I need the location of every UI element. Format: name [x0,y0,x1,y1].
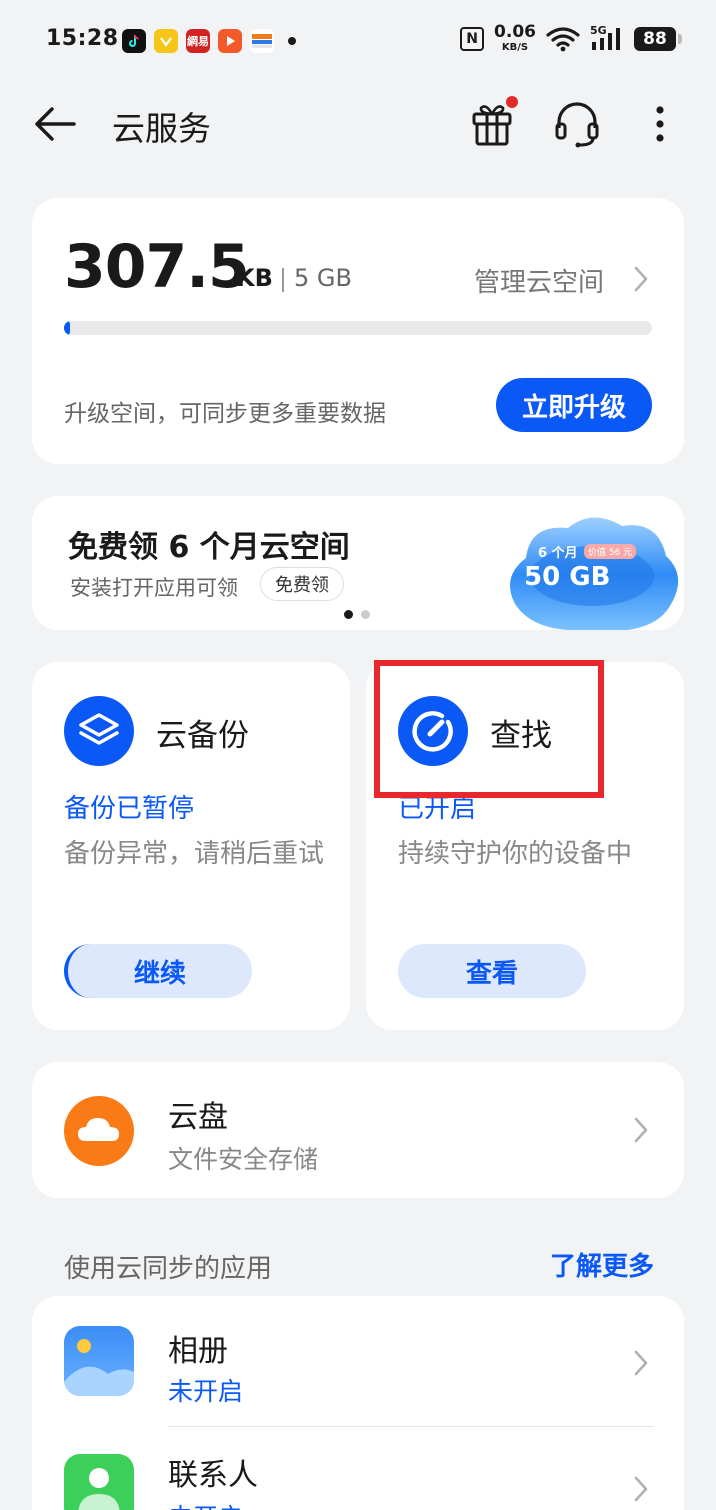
view-find-button[interactable]: 查看 [398,944,586,998]
cloud-drive-description: 文件安全存储 [168,1145,319,1174]
storage-card: 307.5 KB 5 GB 管理云空间 升级空间，可同步更多重要数据 立即升级 [32,198,684,464]
netease-icon: 網易 [186,29,210,53]
status-right: N 0.06 KB/S 5G 88 [460,24,682,53]
storage-progress-bar [64,321,652,335]
tiktok-icon [122,29,146,53]
net-speed-unit: KB/S [501,42,529,53]
status-time: 15:28 [46,26,119,51]
cloud-backup-description: 备份异常，请稍后重试 [64,839,325,869]
cloud-drive-title: 云盘 [168,1100,228,1135]
list-item-contacts[interactable]: 联系人 未开启 [32,1426,684,1510]
net-speed-value: 0.06 [494,22,536,42]
customer-service-icon[interactable] [554,100,600,148]
video-icon [218,29,242,53]
chevron-right-icon[interactable] [630,264,652,294]
more-options-icon[interactable] [646,102,674,146]
learn-more-link[interactable]: 了解更多 [550,1246,654,1283]
net-speed: 0.06 KB/S [494,24,536,53]
list-item-gallery[interactable]: 相册 未开启 [32,1296,684,1427]
back-arrow-icon[interactable] [30,104,80,144]
storage-progress-fill [64,321,70,335]
manage-storage-link[interactable]: 管理云空间 [474,262,604,299]
storage-used-value: 307.5 [64,232,250,302]
upgrade-hint: 升级空间，可同步更多重要数据 [64,401,386,427]
pager-dot [344,610,353,619]
chevron-right-icon [634,1117,648,1143]
app-header: 云服务 [0,90,716,160]
page-title: 云服务 [112,109,211,148]
chevron-right-icon [634,1350,648,1376]
promo-art-size: 50 GB [524,562,611,592]
cloud-backup-title: 云备份 [156,718,249,754]
contacts-icon [64,1454,134,1510]
storage-separator [282,268,284,292]
highlight-box [374,660,604,798]
cloud-storage-illustration: 6 个月 价值 56 元 50 GB [502,506,684,630]
app-status: 未开启 [168,1377,244,1406]
promo-art-months: 6 个月 [538,546,578,561]
gift-badge [506,96,518,108]
app-status: 未开启 [168,1498,243,1510]
pager-dot [361,610,370,619]
cloud-backup-status: 备份已暂停 [64,794,195,824]
app-name: 联系人 [168,1458,258,1493]
promo-claim-tag[interactable]: 免费领 [260,567,344,601]
promo-title: 免费领 6 个月云空间 [68,530,350,565]
nfc-icon: N [460,26,485,51]
cloud-backup-icon [64,696,134,766]
notification-icons: 網易 [122,29,296,53]
promo-subtitle: 安装打开应用可领 [70,576,238,600]
find-device-description: 持续守护你的设备中 [398,839,633,869]
sync-apps-list: 相册 未开启 联系人 未开启 [32,1296,684,1510]
continue-backup-button[interactable]: 继续 [64,944,252,998]
chevron-right-icon [634,1476,648,1502]
upgrade-button[interactable]: 立即升级 [496,378,652,432]
battery-indicator: 88 [634,26,682,51]
cloud-drive-row[interactable]: 云盘 文件安全存储 [32,1062,684,1198]
gallery-icon [64,1326,134,1396]
cloud-drive-icon [64,1096,134,1166]
cloud-backup-card[interactable]: 云备份 备份已暂停 备份异常，请稍后重试 继续 [32,662,350,1030]
sync-apps-section-title: 使用云同步的应用 [64,1254,273,1284]
status-bar: 15:28 網易 N 0.06 KB/S 5G 88 [0,0,716,82]
more-notifications-dot [288,37,296,45]
promo-art-price: 价值 56 元 [584,544,637,559]
storage-used-unit: KB [236,264,273,292]
wallet-icon [250,29,274,53]
wifi-icon [546,26,580,51]
storage-total: 5 GB [294,264,352,292]
app-name: 相册 [168,1334,228,1369]
promo-banner[interactable]: 免费领 6 个月云空间 安装打开应用可领 免费领 6 个月 价值 56 元 50… [32,496,684,630]
lemon-icon [154,29,178,53]
signal-icon: 5G [590,24,624,52]
promo-pager [344,610,370,619]
